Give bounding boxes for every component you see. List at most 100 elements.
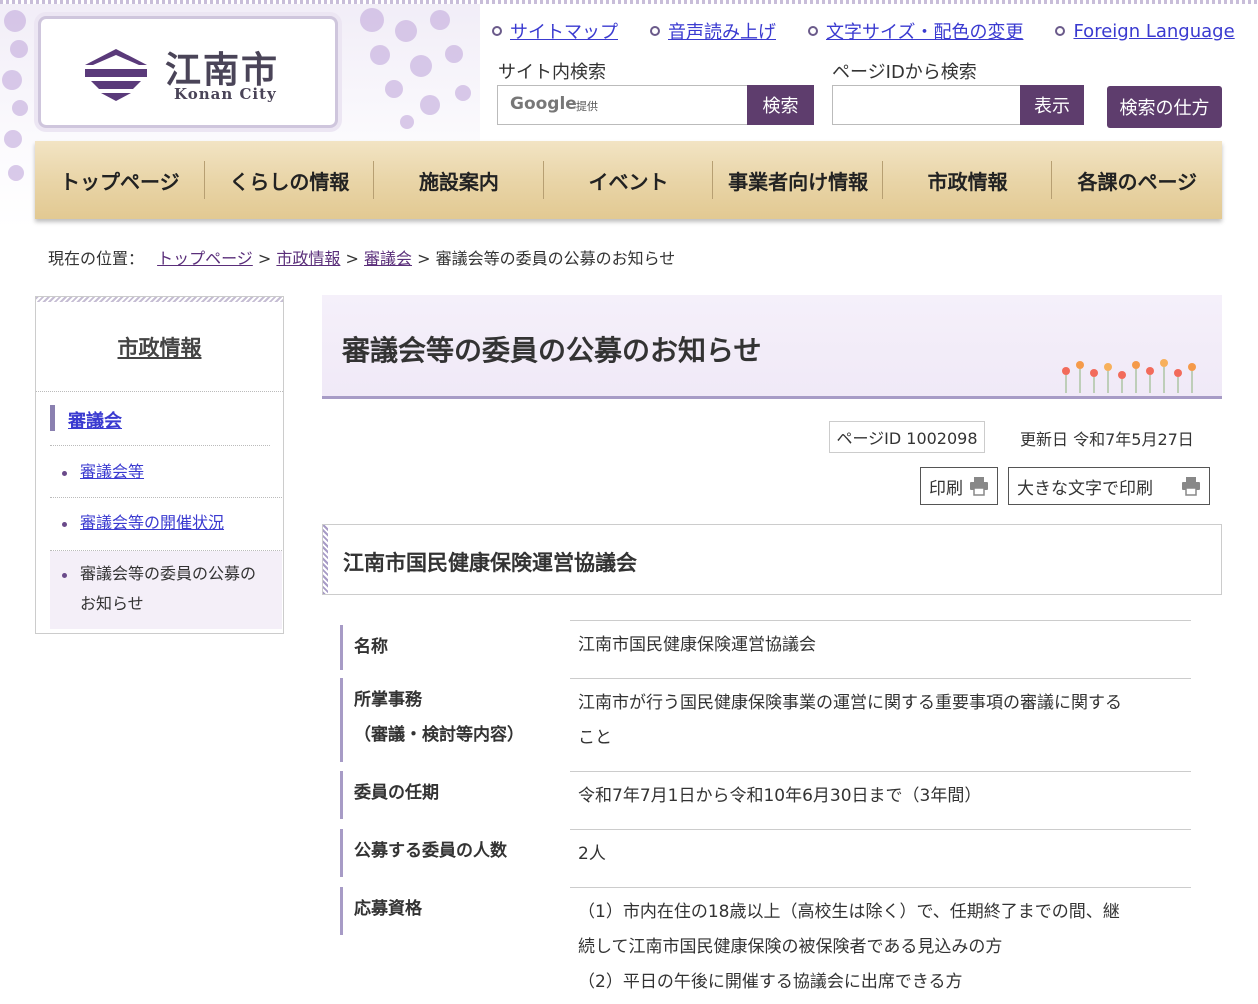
nav-top-page[interactable]: トップページ (35, 141, 205, 219)
table-header-cell: 応募資格 (340, 887, 560, 935)
sidebar-active-line2: お知らせ (80, 594, 144, 613)
breadcrumb-current: 審議会等の委員の公募のお知らせ (435, 249, 676, 268)
table-data-line: （1）市内在住の18歳以上（高校生は除く）で、任期終了までの間、継 (578, 902, 1120, 922)
breadcrumb-top-page[interactable]: トップページ (157, 249, 253, 268)
section-marker (50, 405, 55, 431)
pageid-input[interactable] (832, 85, 1022, 125)
voice-read-link-item: 音声読み上げ (650, 18, 776, 44)
heading-stripe (323, 525, 328, 594)
foreign-language-link-item: Foreign Language (1055, 18, 1235, 44)
wisteria-flower (445, 45, 463, 63)
flowers-decoration-icon (1062, 359, 1196, 393)
wisteria-flower (430, 10, 450, 30)
sidebar-item-council: 審議会等 (50, 449, 282, 498)
sitemap-link[interactable]: サイトマップ (510, 18, 618, 44)
google-provided-label: 提供 (576, 100, 598, 113)
nav-facilities[interactable]: 施設案内 (374, 141, 544, 219)
nav-living-info[interactable]: くらしの情報 (205, 141, 375, 219)
section-title: 江南市国民健康保険運営協議会 (343, 551, 637, 575)
bullet-dot-icon (62, 471, 67, 476)
sidebar-item-active: 審議会等の委員の公募の お知らせ (50, 551, 282, 629)
table-data-cell: 令和7年7月1日から令和10年6月30日まで（3年間） (570, 771, 1191, 828)
logo-subtitle: Konan City (174, 85, 277, 103)
printer-icon (970, 477, 988, 496)
sidebar-active-line1: 審議会等の委員の公募の (80, 564, 257, 583)
sidebar: 市政情報 審議会 審議会等 審議会等の開催状況 審議会等の委員の公募の お知らせ (35, 296, 284, 634)
wisteria-flower (455, 85, 471, 101)
search-howto-button[interactable]: 検索の仕方 (1107, 86, 1222, 128)
table-data-line: 江南市が行う国民健康保険事業の運営に関する重要事項の審議に関する (578, 693, 1122, 713)
wisteria-flower (12, 100, 28, 116)
city-logo[interactable]: 江南市 Konan City (38, 16, 338, 128)
google-logo: Google (510, 94, 577, 114)
table-data-line: 2人 (578, 844, 606, 864)
table-data-cell: （1）市内在住の18歳以上（高校生は除く）で、任期終了までの間、継 続して江南市… (570, 887, 1191, 1004)
breadcrumb-separator: > (257, 249, 272, 268)
table-data-line: 令和7年7月1日から令和10年6月30日まで（3年間） (578, 786, 982, 806)
table-data-cell: 2人 (570, 829, 1191, 886)
sidebar-item-council-link[interactable]: 審議会等 (80, 457, 144, 487)
breadcrumb-separator: > (417, 249, 431, 268)
wisteria-flower (385, 80, 403, 98)
table-header-line: （審議・検討等内容） (354, 725, 524, 745)
site-search-button[interactable]: 検索 (747, 85, 814, 125)
wisteria-flower (410, 55, 432, 77)
table-data-line: （2）平日の午後に開催する協議会に出席できる方 (578, 972, 963, 992)
table-header-cell: 公募する委員の人数 (340, 829, 560, 877)
print-label: 印刷 (929, 478, 963, 499)
table-row: 名称 江南市国民健康保険運営協議会 (340, 620, 1191, 670)
top-stripe (0, 0, 1258, 4)
nav-departments[interactable]: 各課のページ (1052, 141, 1222, 219)
ring-bullet-icon (650, 26, 660, 36)
print-large-button[interactable]: 大きな文字で印刷 (1008, 467, 1210, 505)
sidebar-item-council-status: 審議会等の開催状況 (50, 498, 282, 551)
sidebar-item-council-status-link[interactable]: 審議会等の開催状況 (80, 508, 224, 538)
table-data-line: 江南市国民健康保険運営協議会 (578, 635, 816, 655)
printer-icon (1182, 477, 1200, 496)
print-button[interactable]: 印刷 (920, 467, 998, 505)
sidebar-current-section: 審議会 (50, 401, 270, 446)
city-emblem-icon (85, 49, 147, 101)
utility-links: サイトマップ 音声読み上げ 文字サイズ・配色の変更 Foreign Langua… (492, 18, 1235, 44)
voice-read-link[interactable]: 音声読み上げ (668, 18, 776, 44)
foreign-language-link[interactable]: Foreign Language (1073, 21, 1234, 42)
wisteria-flower (400, 115, 414, 129)
sidebar-section-link[interactable]: 審議会 (68, 407, 122, 433)
breadcrumb-prefix: 現在の位置： (48, 249, 145, 268)
section-heading: 江南市国民健康保険運営協議会 (322, 524, 1222, 595)
table-header-cell: 名称 (340, 625, 560, 670)
wisteria-flower (8, 165, 24, 181)
sidebar-title: 市政情報 (36, 302, 283, 392)
nav-business-info[interactable]: 事業者向け情報 (713, 141, 883, 219)
ring-bullet-icon (1055, 26, 1066, 36)
wisteria-flower (420, 95, 440, 115)
breadcrumb-city-admin[interactable]: 市政情報 (276, 249, 340, 268)
text-size-color-link[interactable]: 文字サイズ・配色の変更 (826, 18, 1023, 44)
table-header-cell: 委員の任期 (340, 771, 560, 819)
breadcrumb-council[interactable]: 審議会 (364, 249, 412, 268)
text-size-color-link-item: 文字サイズ・配色の変更 (808, 18, 1023, 44)
wisteria-flower (370, 45, 390, 65)
print-large-label: 大きな文字で印刷 (1017, 478, 1153, 499)
table-data-cell: 江南市が行う国民健康保険事業の運営に関する重要事項の審議に関する こと (570, 678, 1191, 770)
breadcrumb-separator: > (345, 249, 359, 268)
wisteria-flower (4, 130, 22, 148)
pageid-show-button[interactable]: 表示 (1020, 85, 1084, 125)
wisteria-flower (2, 70, 22, 90)
header: 江南市 Konan City サイトマップ 音声読み上げ 文字サイズ・配色の変更… (0, 0, 1258, 230)
table-data-cell: 江南市国民健康保険運営協議会 (570, 620, 1191, 670)
nav-events[interactable]: イベント (544, 141, 714, 219)
bullet-dot-icon (62, 522, 67, 527)
nav-city-admin[interactable]: 市政情報 (883, 141, 1053, 219)
wisteria-flower (360, 8, 384, 32)
wisteria-flower (4, 10, 26, 32)
page-title-banner: 審議会等の委員の公募のお知らせ (322, 295, 1222, 399)
sidebar-title-link[interactable]: 市政情報 (118, 332, 202, 362)
bullet-dot-icon (62, 573, 67, 578)
breadcrumb: 現在の位置： トップページ > 市政情報 > 審議会 > 審議会等の委員の公募の… (48, 245, 675, 269)
table-header-cell: 所掌事務 （審議・検討等内容） (340, 678, 560, 762)
sitemap-link-item: サイトマップ (492, 18, 618, 44)
site-search-input[interactable]: Google 提供 (497, 85, 749, 125)
table-header-line: 所掌事務 (354, 690, 422, 710)
table-data-line: 続して江南市国民健康保険の被保険者である見込みの方 (578, 937, 1003, 957)
